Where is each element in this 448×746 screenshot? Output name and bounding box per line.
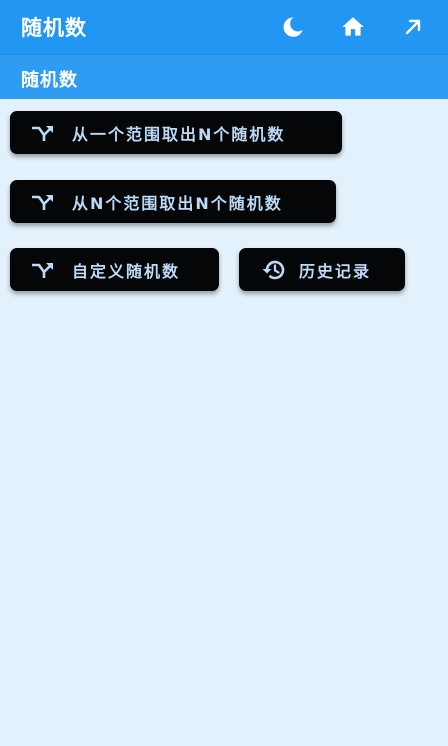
shuffle-icon bbox=[30, 191, 56, 213]
app-title: 随机数 bbox=[21, 16, 87, 40]
button-label: 自定义随机数 bbox=[72, 261, 181, 281]
app-bar: 随机数 bbox=[0, 0, 448, 54]
button-label: 从一个范围取出N个随机数 bbox=[72, 124, 286, 144]
range-n-random-button[interactable]: 从一个范围取出N个随机数 bbox=[10, 111, 342, 154]
section-header: 随机数 bbox=[0, 54, 448, 99]
moon-icon[interactable] bbox=[278, 12, 308, 42]
button-label: 从N个范围取出N个随机数 bbox=[72, 193, 283, 213]
multi-range-n-random-button[interactable]: 从N个范围取出N个随机数 bbox=[10, 180, 336, 223]
shuffle-icon bbox=[30, 259, 56, 281]
arrow-up-right-icon[interactable] bbox=[398, 12, 428, 42]
history-button[interactable]: 历史记录 bbox=[239, 248, 405, 291]
button-label: 历史记录 bbox=[299, 261, 372, 281]
shuffle-icon bbox=[30, 122, 56, 144]
home-icon[interactable] bbox=[338, 12, 368, 42]
custom-random-button[interactable]: 自定义随机数 bbox=[10, 248, 219, 291]
section-title: 随机数 bbox=[21, 70, 78, 91]
history-icon bbox=[261, 259, 287, 281]
